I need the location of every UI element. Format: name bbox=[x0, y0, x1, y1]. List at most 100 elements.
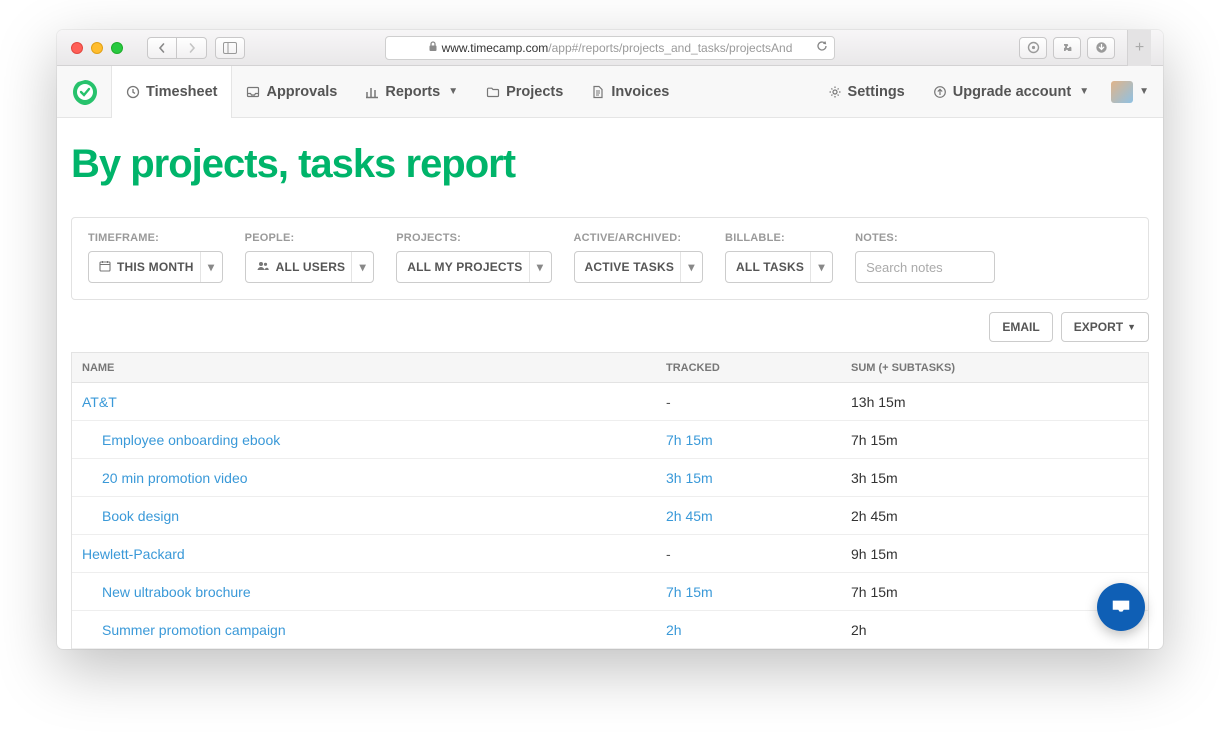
upgrade-icon bbox=[933, 85, 947, 99]
filter-timeframe: TIMEFRAME: THIS MONTH ▾ bbox=[88, 232, 223, 283]
row-tracked[interactable]: 7h 15m bbox=[666, 584, 851, 600]
row-name[interactable]: Hewlett-Packard bbox=[72, 546, 666, 562]
row-sum: 9h 15m bbox=[851, 546, 1148, 562]
caret-down-icon: ▾ bbox=[810, 252, 832, 282]
nav-approvals-label: Approvals bbox=[266, 84, 337, 100]
filter-billable-label: BILLABLE: bbox=[725, 232, 833, 244]
nav-timesheet-label: Timesheet bbox=[146, 84, 217, 100]
nav-invoices[interactable]: Invoices bbox=[577, 66, 683, 118]
calendar-icon bbox=[99, 260, 111, 275]
back-button[interactable] bbox=[147, 37, 177, 59]
gear-icon bbox=[828, 85, 842, 99]
nav-timesheet[interactable]: Timesheet bbox=[111, 66, 232, 118]
row-name[interactable]: AT&T bbox=[72, 394, 666, 410]
notes-search-input[interactable] bbox=[855, 251, 995, 283]
filter-projects-value: ALL MY PROJECTS bbox=[407, 260, 522, 274]
sidebar-toggle-button[interactable] bbox=[215, 37, 245, 59]
users-icon bbox=[256, 260, 270, 275]
reload-icon[interactable] bbox=[816, 40, 828, 55]
url-path: /app#/reports/projects_and_tasks/project… bbox=[548, 41, 792, 55]
filter-timeframe-label: TIMEFRAME: bbox=[88, 232, 223, 244]
user-avatar[interactable] bbox=[1111, 81, 1133, 103]
caret-down-icon: ▾ bbox=[680, 252, 702, 282]
minimize-window-button[interactable] bbox=[91, 42, 103, 54]
caret-down-icon: ▼ bbox=[1139, 86, 1149, 97]
caret-down-icon: ▼ bbox=[448, 86, 458, 97]
filter-notes: NOTES: bbox=[855, 232, 995, 283]
forward-button[interactable] bbox=[177, 37, 207, 59]
caret-down-icon: ▾ bbox=[200, 252, 222, 282]
maximize-window-button[interactable] bbox=[111, 42, 123, 54]
table-row: 20 min promotion video3h 15m3h 15m bbox=[72, 459, 1148, 497]
row-tracked[interactable]: 2h bbox=[666, 622, 851, 638]
filter-active: ACTIVE/ARCHIVED: ACTIVE TASKS ▾ bbox=[574, 232, 704, 283]
caret-down-icon: ▼ bbox=[1079, 86, 1089, 97]
folder-icon bbox=[486, 85, 500, 99]
email-button[interactable]: EMAIL bbox=[989, 312, 1052, 342]
row-name[interactable]: 20 min promotion video bbox=[72, 470, 666, 486]
bar-chart-icon bbox=[365, 85, 379, 99]
filter-notes-label: NOTES: bbox=[855, 232, 995, 244]
caret-down-icon: ▾ bbox=[351, 252, 373, 282]
nav-reports-label: Reports bbox=[385, 84, 440, 100]
filter-billable-button[interactable]: ALL TASKS ▾ bbox=[725, 251, 833, 283]
nav-projects[interactable]: Projects bbox=[472, 66, 577, 118]
report-actions: EMAIL EXPORT ▼ bbox=[71, 312, 1149, 342]
nav-upgrade-label: Upgrade account bbox=[953, 84, 1071, 100]
row-name[interactable]: Employee onboarding ebook bbox=[72, 432, 666, 448]
table-header: NAME TRACKED SUM (+ SUBTASKS) bbox=[72, 353, 1148, 383]
table-row: AT&T-13h 15m bbox=[72, 383, 1148, 421]
nav-upgrade[interactable]: Upgrade account ▼ bbox=[919, 66, 1103, 118]
row-name[interactable]: Book design bbox=[72, 508, 666, 524]
filter-projects: PROJECTS: ALL MY PROJECTS ▾ bbox=[396, 232, 551, 283]
nav-buttons bbox=[147, 37, 207, 59]
filter-projects-button[interactable]: ALL MY PROJECTS ▾ bbox=[396, 251, 551, 283]
row-tracked: - bbox=[666, 394, 851, 410]
url-domain: www.timecamp.com bbox=[442, 41, 549, 55]
email-button-label: EMAIL bbox=[1002, 320, 1039, 334]
lock-icon bbox=[428, 41, 438, 55]
page-content: By projects, tasks report TIMEFRAME: THI… bbox=[57, 118, 1163, 649]
adblock-icon[interactable] bbox=[1019, 37, 1047, 59]
row-tracked[interactable]: 7h 15m bbox=[666, 432, 851, 448]
nav-reports[interactable]: Reports ▼ bbox=[351, 66, 472, 118]
row-name[interactable]: Summer promotion campaign bbox=[72, 622, 666, 638]
filter-people-button[interactable]: ALL USERS ▾ bbox=[245, 251, 375, 283]
file-icon bbox=[591, 85, 605, 99]
export-button[interactable]: EXPORT ▼ bbox=[1061, 312, 1149, 342]
intercom-button[interactable] bbox=[1097, 583, 1145, 631]
timecamp-logo[interactable] bbox=[71, 78, 99, 106]
row-tracked[interactable]: 3h 15m bbox=[666, 470, 851, 486]
row-name[interactable]: New ultrabook brochure bbox=[72, 584, 666, 600]
table-row: Summer promotion campaign2h2h bbox=[72, 611, 1148, 649]
url-bar[interactable]: www.timecamp.com /app#/reports/projects_… bbox=[385, 36, 835, 60]
col-header-sum[interactable]: SUM (+ SUBTASKS) bbox=[851, 362, 1148, 374]
col-header-tracked[interactable]: TRACKED bbox=[666, 362, 851, 374]
table-body: AT&T-13h 15mEmployee onboarding ebook7h … bbox=[72, 383, 1148, 649]
puzzle-icon[interactable] bbox=[1053, 37, 1081, 59]
filter-active-value: ACTIVE TASKS bbox=[585, 260, 675, 274]
row-sum: 13h 15m bbox=[851, 394, 1148, 410]
browser-window: www.timecamp.com /app#/reports/projects_… bbox=[57, 30, 1163, 649]
filter-timeframe-value: THIS MONTH bbox=[117, 260, 194, 274]
filter-active-button[interactable]: ACTIVE TASKS ▾ bbox=[574, 251, 704, 283]
table-row: Book design2h 45m2h 45m bbox=[72, 497, 1148, 535]
filter-people-value: ALL USERS bbox=[276, 260, 346, 274]
nav-approvals[interactable]: Approvals bbox=[232, 66, 351, 118]
col-header-name[interactable]: NAME bbox=[72, 362, 666, 374]
nav-settings-label: Settings bbox=[848, 84, 905, 100]
nav-settings[interactable]: Settings bbox=[814, 66, 919, 118]
row-tracked: - bbox=[666, 546, 851, 562]
filter-billable: BILLABLE: ALL TASKS ▾ bbox=[725, 232, 833, 283]
row-sum: 2h 45m bbox=[851, 508, 1148, 524]
page-title: By projects, tasks report bbox=[71, 142, 1149, 187]
filter-timeframe-button[interactable]: THIS MONTH ▾ bbox=[88, 251, 223, 283]
report-table: NAME TRACKED SUM (+ SUBTASKS) AT&T-13h 1… bbox=[71, 352, 1149, 649]
row-tracked[interactable]: 2h 45m bbox=[666, 508, 851, 524]
inbox-icon bbox=[1110, 596, 1132, 618]
filter-projects-label: PROJECTS: bbox=[396, 232, 551, 244]
new-tab-button[interactable]: + bbox=[1127, 30, 1151, 66]
close-window-button[interactable] bbox=[71, 42, 83, 54]
extension-buttons: + bbox=[1019, 30, 1151, 66]
download-icon[interactable] bbox=[1087, 37, 1115, 59]
